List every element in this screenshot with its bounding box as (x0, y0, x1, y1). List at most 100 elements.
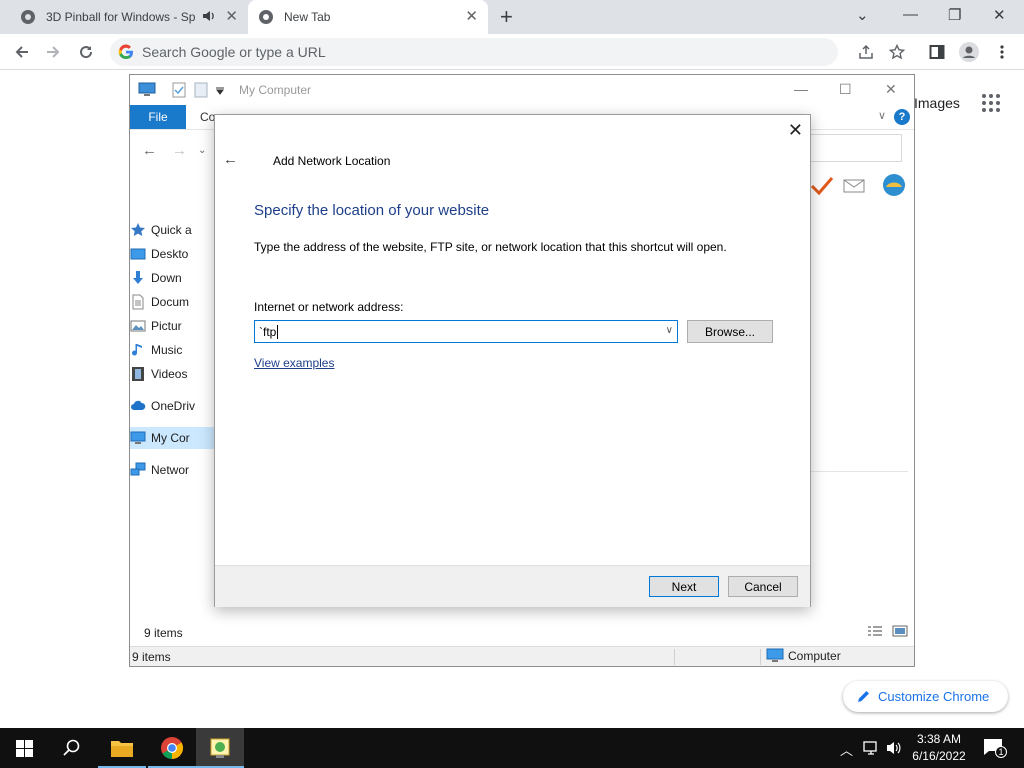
share-icon[interactable] (856, 42, 876, 62)
search-button[interactable] (48, 728, 96, 768)
customize-chrome-button[interactable]: Customize Chrome (843, 681, 1008, 712)
nav-item-videos[interactable]: Videos (130, 363, 222, 385)
nav-item-label: Down (151, 271, 182, 285)
tray-chevron-icon[interactable]: ︿ (840, 740, 853, 759)
properties-quick-access-icon[interactable] (172, 82, 186, 98)
nav-item-pictures[interactable]: Pictur (130, 315, 222, 337)
nav-item-quick-access[interactable]: Quick a (130, 219, 222, 241)
chevron-down-icon[interactable]: ∨ (878, 109, 886, 122)
computer-icon (766, 648, 784, 662)
chevron-down-icon[interactable]: ∨ (666, 325, 673, 336)
forward-arrow-icon[interactable]: → (172, 142, 187, 159)
new-folder-quick-access-icon[interactable] (194, 82, 208, 98)
start-button[interactable] (0, 728, 48, 768)
tab-pinball[interactable]: 3D Pinball for Windows - Sp ✕ (10, 0, 248, 34)
text-caret (277, 325, 278, 339)
envelope-icon[interactable] (843, 179, 865, 193)
cancel-button[interactable]: Cancel (728, 576, 798, 597)
close-window-icon[interactable]: ✕ (993, 6, 1006, 24)
control-panel-taskbar-button[interactable] (196, 728, 244, 768)
google-g-icon (118, 44, 133, 60)
next-button[interactable]: Next (649, 576, 719, 597)
action-center-button[interactable]: 1 (983, 738, 1007, 758)
minimize-icon[interactable]: — (794, 81, 808, 97)
help-icon[interactable]: ? (894, 109, 910, 125)
minimize-icon[interactable]: — (903, 6, 918, 23)
item-count: 9 items (144, 626, 183, 640)
new-tab-button[interactable]: + (500, 6, 513, 28)
profile-avatar-icon[interactable] (959, 42, 979, 62)
cloud-icon (131, 400, 146, 410)
back-arrow-icon[interactable]: ← (223, 151, 238, 168)
chrome-taskbar-button[interactable] (148, 728, 196, 768)
nav-item-onedrive[interactable]: OneDriv (130, 395, 222, 417)
large-icons-view-icon[interactable] (892, 625, 908, 637)
taskbar: ︿ 3:38 AM 6/16/2022 1 (0, 728, 1024, 768)
nav-item-label: Networ (151, 463, 190, 477)
close-icon[interactable]: ✕ (788, 121, 803, 139)
volume-icon[interactable] (886, 740, 902, 756)
nav-item-label: Music (151, 343, 183, 357)
omnibox-placeholder: Search Google or type a URL (142, 44, 326, 60)
maximize-icon[interactable]: ☐ (839, 81, 852, 98)
video-icon (132, 367, 144, 381)
customize-quick-access-icon[interactable] (216, 87, 224, 95)
customize-chrome-label: Customize Chrome (878, 689, 990, 704)
back-button[interactable] (11, 41, 33, 63)
view-examples-link[interactable]: View examples (254, 356, 334, 370)
close-window-icon[interactable]: ✕ (885, 81, 897, 98)
nav-item-documents[interactable]: Docum (130, 291, 222, 313)
images-link[interactable]: Images (914, 95, 960, 111)
content-divider (810, 471, 908, 472)
star-icon (131, 223, 145, 236)
statusbar-zone: Computer (766, 648, 841, 664)
google-apps-icon[interactable] (982, 94, 1000, 112)
view-toggle (867, 625, 908, 640)
nav-item-network[interactable]: Networ (130, 459, 222, 481)
file-explorer-taskbar-button[interactable] (98, 728, 146, 768)
address-input[interactable]: `ftp ∨ (254, 320, 678, 343)
tab-file[interactable]: File (130, 105, 186, 129)
explorer-titlebar: My Computer — ☐ ✕ (130, 75, 914, 105)
tab-search-chevron-icon[interactable]: ⌄ (856, 6, 869, 24)
checkmark-icon[interactable] (810, 175, 834, 197)
restore-icon[interactable]: ❐ (948, 6, 961, 24)
taskbar-clock[interactable]: 3:38 AM 6/16/2022 (908, 731, 970, 765)
document-icon (132, 294, 144, 310)
forward-button[interactable] (42, 41, 64, 63)
dialog-footer: Next Cancel (215, 565, 810, 607)
more-menu-icon[interactable] (992, 42, 1012, 62)
reload-button[interactable] (75, 41, 97, 63)
bookmark-star-icon[interactable] (887, 42, 907, 62)
clock-time: 3:38 AM (916, 732, 962, 746)
recent-locations-chevron-icon[interactable]: ⌄ (198, 145, 206, 156)
statusbar-item-count: 9 items (132, 650, 171, 664)
nav-item-downloads[interactable]: Down (130, 267, 222, 289)
browse-button[interactable]: Browse... (687, 320, 773, 343)
reload-icon (80, 46, 93, 59)
nav-item-label: Deskto (151, 247, 189, 261)
omnibox[interactable]: Search Google or type a URL (110, 38, 838, 66)
chrome-icon (161, 737, 183, 759)
details-view-icon[interactable] (867, 625, 883, 637)
close-tab-icon[interactable]: ✕ (225, 9, 238, 25)
tab-strip: 3D Pinball for Windows - Sp ✕ New Tab ✕ … (0, 0, 1024, 34)
network-status-icon[interactable] (862, 740, 880, 756)
tab-title: 3D Pinball for Windows - Sp (46, 10, 196, 24)
shell-globe-icon[interactable] (882, 173, 906, 197)
nav-item-music[interactable]: Music (130, 339, 222, 361)
arrow-right-icon (47, 46, 60, 58)
nav-item-desktop[interactable]: Deskto (130, 243, 222, 265)
speaker-icon[interactable] (202, 9, 216, 23)
back-arrow-icon[interactable]: ← (142, 142, 157, 159)
tab-new-tab[interactable]: New Tab ✕ (248, 0, 488, 34)
explorer-search-input[interactable] (806, 134, 902, 162)
dialog-description: Type the address of the website, FTP sit… (254, 240, 727, 254)
clock-date: 6/16/2022 (912, 749, 966, 763)
nav-item-my-computer[interactable]: My Cor (130, 427, 222, 449)
control-panel-icon (210, 738, 230, 758)
close-tab-icon[interactable]: ✕ (465, 9, 478, 25)
computer-icon (138, 82, 156, 96)
notification-count-badge: 1 (995, 746, 1007, 758)
side-panel-icon[interactable] (927, 42, 947, 62)
